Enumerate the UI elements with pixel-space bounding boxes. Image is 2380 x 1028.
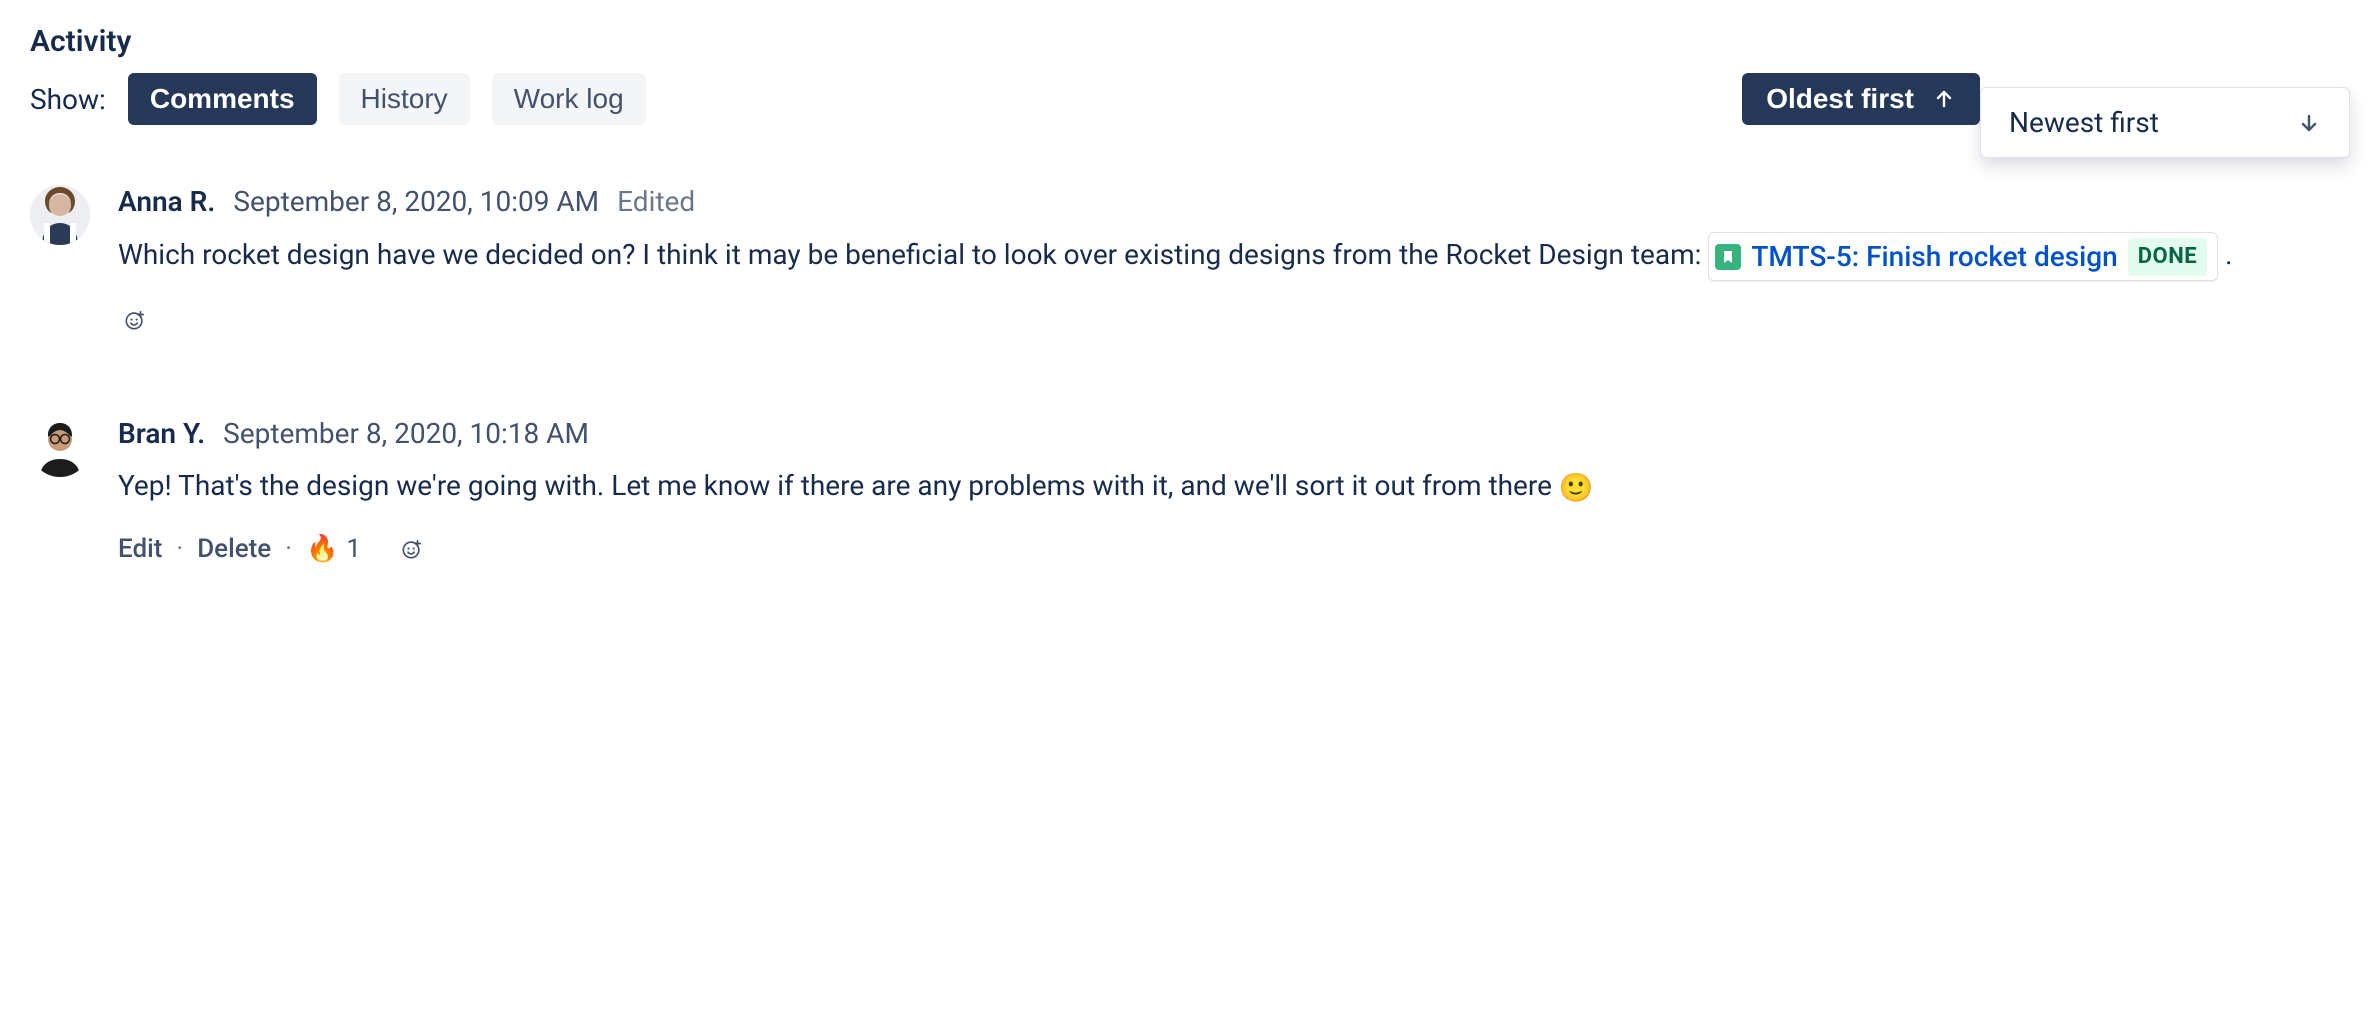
issue-key-title: TMTS-5: Finish rocket design [1751, 235, 2117, 278]
comments-list: Anna R. September 8, 2020, 10:09 AM Edit… [30, 185, 2350, 566]
comment-actions [118, 303, 2350, 337]
sort-option-label: Newest first [2009, 106, 2159, 139]
comment-text-fragment: Yep! That's the design we're going with.… [118, 469, 1559, 502]
add-reaction-button[interactable] [395, 532, 429, 566]
arrow-up-icon [1932, 87, 1956, 111]
comment-text: Yep! That's the design we're going with.… [118, 464, 2318, 509]
smiley-emoji: 🙂 [1559, 471, 1594, 504]
tab-work-log[interactable]: Work log [492, 73, 646, 125]
tab-history[interactable]: History [339, 73, 470, 125]
comment: Bran Y. September 8, 2020, 10:18 AM Yep!… [30, 417, 2350, 565]
separator: · [285, 534, 292, 564]
add-reaction-button[interactable] [118, 303, 152, 337]
comment-actions: Edit · Delete · 🔥 1 [118, 532, 2350, 566]
reaction-count: 1 [346, 534, 361, 564]
separator: · [176, 534, 183, 564]
sort-dropdown: Newest first [1980, 87, 2350, 158]
add-emoji-icon [124, 306, 146, 334]
activity-filter-row: Show: Comments History Work log Oldest f… [30, 73, 2350, 125]
tab-comments[interactable]: Comments [128, 73, 317, 125]
comment-edited-label: Edited [617, 185, 695, 218]
reaction-fire[interactable]: 🔥 1 [306, 534, 361, 564]
sort-block: Oldest first Newest first [1742, 73, 2350, 158]
comment: Anna R. September 8, 2020, 10:09 AM Edit… [30, 185, 2350, 337]
comment-timestamp[interactable]: September 8, 2020, 10:09 AM [233, 185, 599, 218]
arrow-down-icon [2297, 111, 2321, 135]
comment-text: Which rocket design have we decided on? … [118, 232, 2318, 281]
comment-meta: Bran Y. September 8, 2020, 10:18 AM [118, 417, 2350, 450]
sort-option-newest-first[interactable]: Newest first [1981, 88, 2349, 157]
sort-order-button[interactable]: Oldest first [1742, 73, 1980, 125]
avatar[interactable] [30, 185, 90, 245]
comment-timestamp[interactable]: September 8, 2020, 10:18 AM [223, 417, 589, 450]
tab-label: History [361, 83, 448, 115]
tab-label: Work log [514, 83, 624, 115]
comment-meta: Anna R. September 8, 2020, 10:09 AM Edit… [118, 185, 2350, 218]
add-emoji-icon [401, 535, 423, 563]
tab-label: Comments [150, 83, 295, 115]
comment-text-fragment: . [2225, 238, 2232, 271]
avatar[interactable] [30, 417, 90, 477]
show-label: Show: [30, 83, 106, 116]
sort-order-label: Oldest first [1766, 83, 1914, 115]
comment-author[interactable]: Bran Y. [118, 417, 205, 450]
issue-type-story-icon [1715, 244, 1741, 270]
activity-heading: Activity [30, 24, 2350, 59]
comment-text-fragment: Which rocket design have we decided on? … [118, 238, 1708, 271]
issue-link-chip[interactable]: TMTS-5: Finish rocket design DONE [1708, 232, 2218, 281]
fire-emoji-icon: 🔥 [306, 536, 338, 562]
issue-status-lozenge: DONE [2128, 238, 2207, 276]
comment-author[interactable]: Anna R. [118, 185, 215, 218]
edit-comment-link[interactable]: Edit [118, 534, 162, 564]
delete-comment-link[interactable]: Delete [197, 534, 271, 564]
